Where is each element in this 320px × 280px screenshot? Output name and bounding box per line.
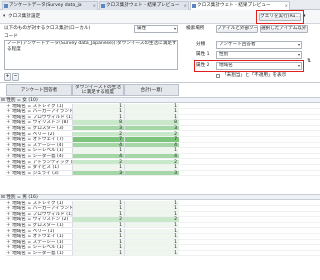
table-row[interactable]: ＋ 地域名 = シーダー島 (1) 1 1 bbox=[0, 250, 320, 257]
expand-icon[interactable]: ＋ bbox=[6, 223, 11, 228]
crosstab-icon bbox=[101, 4, 105, 8]
empty-area bbox=[179, 171, 320, 177]
expand-icon[interactable]: ＋ bbox=[6, 217, 11, 222]
expand-icon[interactable]: ＋ bbox=[6, 115, 11, 120]
expand-icon[interactable]: ＋ bbox=[6, 240, 11, 245]
swap-icon[interactable]: ⇅ bbox=[307, 58, 311, 64]
select-items-button[interactable]: 選択したアイテム以外... bbox=[260, 25, 308, 33]
chevron-down-icon: ▾ bbox=[297, 42, 300, 47]
expand-icon[interactable]: ＋ bbox=[6, 143, 11, 148]
empty-area bbox=[179, 251, 320, 257]
files-external-sources-button[interactable]: ファイルと外部ソース bbox=[216, 25, 258, 33]
expand-icon[interactable]: ＋ bbox=[6, 206, 11, 211]
group-header-male[interactable]: ⊟ 性別 = 男 (16) bbox=[0, 194, 320, 200]
table-icon bbox=[4, 4, 8, 8]
expand-icon[interactable]: ＋ bbox=[6, 126, 11, 131]
expand-icon[interactable]: ＋ bbox=[6, 154, 11, 159]
expand-icon[interactable]: ＋ bbox=[6, 104, 11, 109]
crosstab-settings-title: クロス集計設定 bbox=[8, 14, 41, 19]
expand-icon[interactable]: ＋ bbox=[6, 245, 11, 250]
expand-icon[interactable]: ＋ bbox=[6, 148, 11, 153]
collapse-icon[interactable]: ▾ bbox=[3, 14, 5, 20]
expand-icon[interactable]: ＋ bbox=[6, 160, 11, 165]
divider bbox=[0, 82, 320, 83]
expand-icon[interactable]: ＋ bbox=[6, 212, 11, 217]
expand-icon[interactable]: ＋ bbox=[6, 109, 11, 114]
row-label: ＋ 地域名 = シーダー島 (1) bbox=[6, 250, 72, 257]
target-label: 以下のものが対するクロス集計(ローカル) bbox=[4, 26, 91, 31]
crosstab-icon bbox=[192, 4, 196, 8]
cell-total[interactable]: 1 bbox=[124, 250, 179, 257]
cell-satisfaction-count[interactable]: 1 bbox=[72, 250, 124, 257]
expand-icon[interactable]: ＋ bbox=[6, 165, 11, 170]
expand-icon[interactable]: ＋ bbox=[6, 137, 11, 142]
category-select[interactable]: アンケート回答者 ▾ bbox=[216, 41, 302, 49]
add-button[interactable]: + bbox=[4, 73, 11, 81]
expand-icon[interactable]: ＋ bbox=[6, 120, 11, 125]
column-header-satisfaction[interactable]: ダウンイーストの生活に満足する程度 bbox=[72, 84, 124, 96]
cell-total[interactable]: 3 bbox=[124, 170, 179, 177]
highlight-run-button bbox=[256, 10, 304, 24]
group-header-female[interactable]: ⊟ 性別 = 女 (10) bbox=[0, 97, 320, 103]
remove-button[interactable]: − bbox=[12, 73, 19, 81]
close-icon[interactable]: × bbox=[285, 3, 288, 9]
column-header-respondent[interactable]: アンケート回答者 bbox=[6, 84, 72, 96]
search-location-label: 検索場所 bbox=[186, 26, 205, 31]
row-label: ＋ 地域名 = ジュライ (3) bbox=[6, 170, 72, 177]
cell-satisfaction-count[interactable]: 3 bbox=[72, 170, 124, 177]
category-label: 分類 bbox=[196, 42, 206, 47]
tab-survey-data[interactable]: アンケートデータ(Survey data_ja × bbox=[2, 1, 98, 10]
expand-icon[interactable]: ＋ bbox=[6, 201, 11, 206]
chevron-down-icon: ▾ bbox=[297, 52, 300, 57]
close-icon[interactable]: × bbox=[93, 3, 96, 9]
close-icon[interactable]: × bbox=[184, 3, 187, 9]
attribute1-select[interactable]: 性別 ▾ bbox=[216, 51, 302, 59]
highlight-attribute2 bbox=[194, 60, 304, 72]
expand-icon[interactable]: ＋ bbox=[6, 171, 11, 176]
tab-bar: アンケートデータ(Survey data_ja × クロス集計ウェト - 結果プ… bbox=[0, 0, 320, 11]
chevron-down-icon: ▾ bbox=[173, 26, 176, 31]
tab-crosstab-preview-1[interactable]: クロス集計ウェト - 結果プレビュー × bbox=[99, 1, 189, 10]
expand-icon[interactable]: ＋ bbox=[6, 132, 11, 137]
target-select[interactable]: 属性 ▾ bbox=[134, 25, 178, 33]
show-unassigned-checkbox[interactable] bbox=[216, 74, 220, 78]
expand-icon[interactable]: ＋ bbox=[6, 229, 11, 234]
expand-icon[interactable]: ＋ bbox=[6, 251, 11, 256]
table-row[interactable]: ＋ 地域名 = ジュライ (3) 3 3 bbox=[0, 170, 320, 177]
attribute1-label: 属性 1 bbox=[196, 52, 210, 57]
code-textarea[interactable]: ノード(アンケートデータ(Survey data_Japanese)):ダウンイ… bbox=[4, 40, 178, 70]
expand-icon[interactable]: ＋ bbox=[6, 234, 11, 239]
column-header-total[interactable]: 合計(一意) bbox=[124, 84, 179, 96]
show-unassigned-label: 「未割当」と「不適用」を表示 bbox=[222, 73, 287, 78]
